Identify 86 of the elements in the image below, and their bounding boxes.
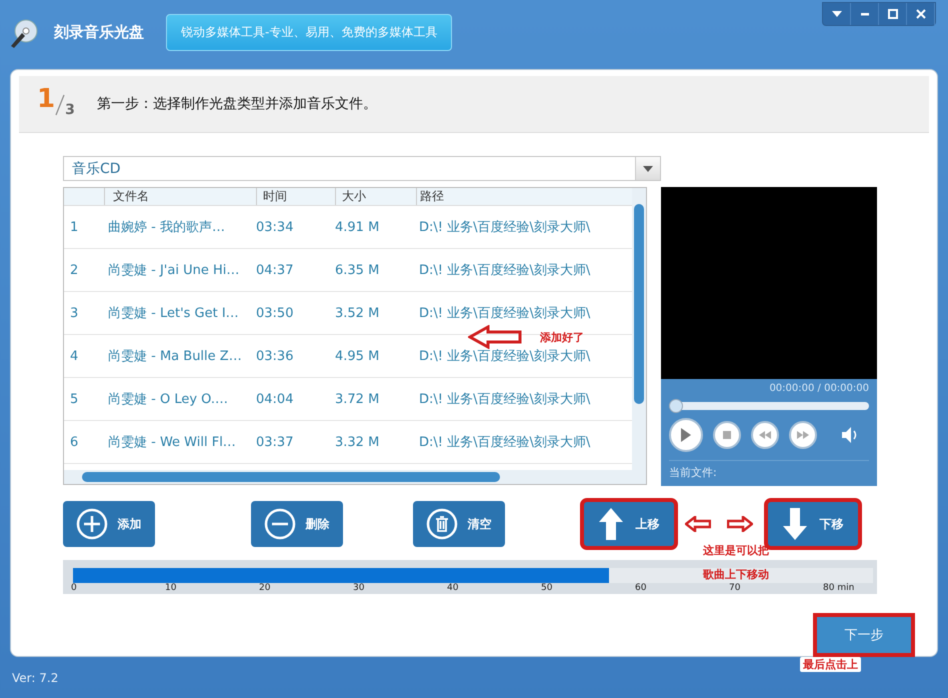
version-label: Ver: 7.2 [12,670,58,684]
tick-label: 50 [541,583,552,593]
disc-pen-icon [8,16,40,48]
annotation-text: 歌曲上下移动 [703,568,769,582]
table-cell-text: 2 [69,262,80,278]
table-cell-text: 3.52 M [335,306,380,320]
vertical-scrollbar[interactable] [632,188,646,470]
tick-label: 30 [353,583,364,593]
table-cell-text: 3 [69,306,80,320]
fast-forward-icon [797,431,809,439]
play-icon [680,427,692,443]
table-cell-text: 尚雯婕 - J'ai Une Hi… [107,262,240,279]
arrow-right-icon [727,516,753,532]
current-file-label: 当前文件: [669,460,869,480]
tagline-banner: 锐动多媒体工具-专业、易用、免费的多媒体工具 [166,14,452,51]
table-cell-text: 4.95 M [335,348,380,364]
plus-icon [76,508,108,540]
table-cell-text: D:\! 业务\百度经验\刻录大师\ [418,348,590,365]
table-cell-text: 03:37 [256,434,294,450]
table-cell-text: D:\! 业务\百度经验\刻录大师\ [418,391,590,408]
window-title: 刻录音乐光盘 [54,23,144,42]
add-button[interactable]: 添加 [63,501,155,547]
table-cell-text: 4.91 M [335,220,380,234]
table-cell-text: 6 [69,434,80,450]
maximize-icon [886,9,898,19]
step-total: 3 [65,102,75,118]
fraction-slash-icon [55,94,66,116]
table-cell-text: 尚雯婕 - O Ley O.… [107,391,229,408]
table-cell-text: D:\! 业务\百度经验\刻录大师\ [418,262,590,279]
delete-button[interactable]: 删除 [251,501,343,547]
step-instruction: 第一步：选择制作光盘类型并添加音乐文件。 [96,95,377,113]
table-cell-text: D:\! 业务\百度经验\刻录大师\ [418,219,590,236]
rewind-button[interactable] [751,421,779,449]
arrow-left-icon [468,325,522,349]
table-cell-text: 1 [69,220,80,234]
tick-label: 40 [447,583,458,593]
move-down-button[interactable]: 下移 [767,501,859,547]
tick-label: 10 [165,583,176,593]
seek-thumb[interactable] [669,399,683,413]
table-cell-text: 3.72 M [335,392,380,406]
column-header[interactable]: 时间 [256,188,335,205]
tick-label: 0 [71,583,77,593]
caret-icon [643,166,653,172]
arrow-down-icon [782,507,808,541]
table-cell-text: D:\! 业务\百度经验\刻录大师\ [418,434,590,451]
next-button[interactable]: 下一步 [816,616,912,654]
tick-label: 20 [259,583,270,593]
caret-icon [830,9,842,19]
column-header[interactable]: 路径 [416,188,444,205]
horizontal-scrollbar[interactable] [64,470,646,484]
move-up-button[interactable]: 上移 [583,501,675,547]
table-cell-text: 6.35 M [335,262,380,278]
tick-label: 60 [635,583,646,593]
playback-time: 00:00:00 / 00:00:00 [769,383,869,394]
tick-label: 80 min [823,583,854,593]
close-icon [914,9,926,19]
table-cell-text: D:\! 业务\百度经验\刻录大师\ [418,305,590,322]
table-cell-text: 3.32 M [335,434,380,450]
table-cell-text: 尚雯婕 - Let's Get I… [107,305,240,322]
tick-label: 70 [729,583,740,593]
play-button[interactable] [669,418,703,452]
table-cell-text: 03:34 [256,220,294,234]
arrow-up-icon [598,507,624,541]
table-cell-text: 04:37 [256,262,294,278]
table-cell-text: 04:04 [256,392,294,406]
rewind-icon [759,431,771,439]
stop-button[interactable] [713,421,741,449]
table-cell-text: 4 [69,348,80,364]
fast-forward-button[interactable] [789,421,817,449]
arrow-left-icon [685,516,711,532]
table-cell-text: 5 [69,392,80,406]
table-cell-text: 尚雯婕 - We Will Fl… [107,434,237,451]
table-cell-text: 尚雯婕 - Ma Bulle Z… [107,348,243,365]
step-number: 1 [37,84,56,114]
table-cell-text: 03:50 [256,306,294,320]
annotation-text: 最后点击上 [800,657,861,672]
disc-type-dropdown[interactable]: 音乐CD [63,156,661,181]
column-header[interactable]: 文件名 [104,188,256,205]
column-header[interactable]: 大小 [335,188,416,205]
minus-icon [264,508,296,540]
annotation-text: 添加好了 [540,330,584,344]
table-cell-text: 03:36 [256,348,294,364]
stop-icon [723,431,731,439]
trash-icon [426,508,458,540]
table-cell-text: 曲婉婷 - 我的歌声… [107,219,226,236]
clear-button[interactable]: 清空 [413,501,505,547]
